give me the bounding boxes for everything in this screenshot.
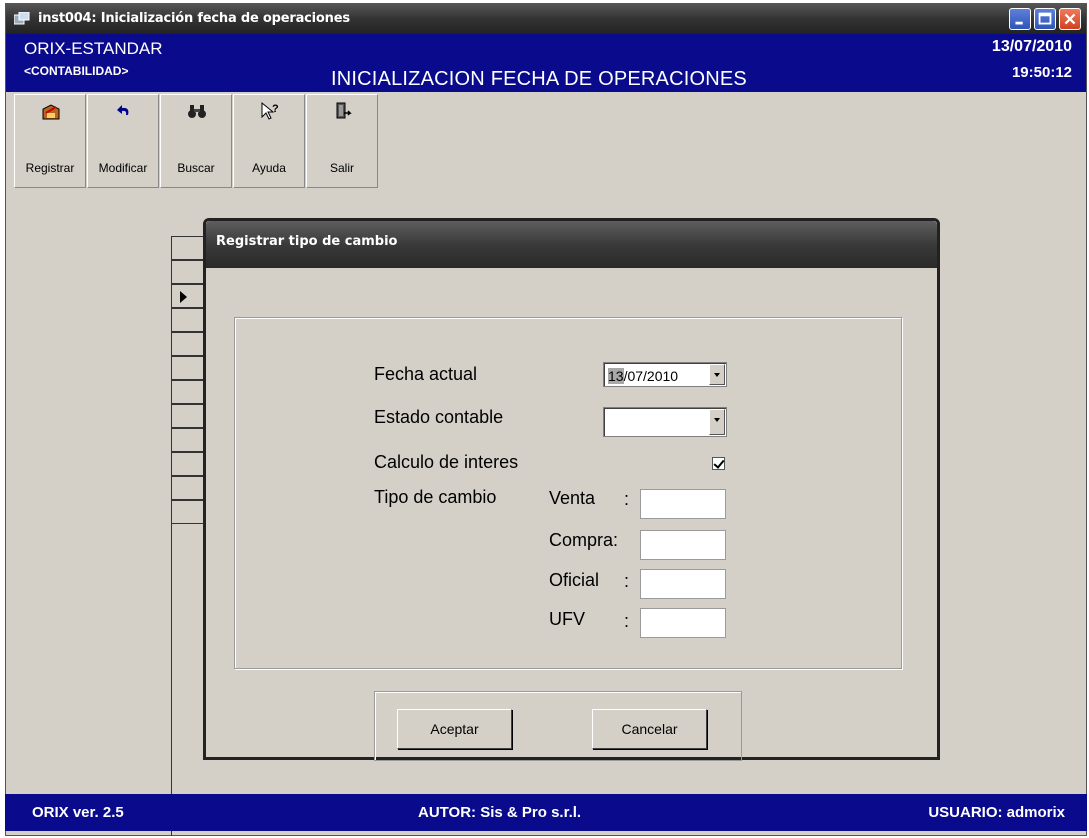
estado-contable-select[interactable] [603,407,727,437]
ayuda-label: Ayuda [252,161,286,175]
ufv-label: UFV [549,609,585,629]
registrar-button[interactable]: Registrar [14,94,86,188]
fecha-actual-value: 13/07/2010 [608,368,678,384]
maximize-icon [1038,12,1052,25]
ufv-input[interactable] [640,608,726,638]
button-frame: Aceptar Cancelar [374,691,742,761]
maximize-button[interactable] [1034,8,1056,30]
toolbar: Registrar Modificar Buscar ? Ayuda Salir [14,94,384,188]
venta-colon: : [624,489,630,509]
close-icon [1064,13,1076,25]
app-header: ORIX-ESTANDAR <CONTABILIDAD> INICIALIZAC… [6,34,1086,92]
venta-label: Venta [549,488,596,508]
undo-icon [117,105,129,115]
chevron-down-icon[interactable] [709,364,725,385]
calculo-interes-checkbox[interactable] [712,457,725,470]
app-icon [14,12,30,25]
header-date: 13/07/2010 [991,38,1072,55]
compra-input[interactable] [640,530,726,560]
calculo-interes-label: Calculo de interes [374,452,519,472]
window-title: inst004: Inicialización fecha de operaci… [38,11,350,26]
minimize-icon [1015,21,1023,25]
title-bar[interactable]: inst004: Inicialización fecha de operaci… [6,4,1086,34]
dialog-title: Registrar tipo de cambio [216,234,398,249]
version-text: ORIX ver. 2.5 [32,804,124,821]
fecha-rest: /07/2010 [623,368,679,384]
ayuda-button[interactable]: ? Ayuda [233,94,305,188]
fecha-day-selected: 13 [608,368,624,384]
fecha-actual-label: Fecha actual [374,364,478,384]
registrar-label: Registrar [25,161,75,175]
buscar-button[interactable]: Buscar [160,94,232,188]
estado-contable-label: Estado contable [374,407,504,427]
ufv-colon: : [624,611,630,631]
venta-input[interactable] [640,489,726,519]
close-button[interactable] [1059,8,1081,30]
svg-text:?: ? [272,103,279,115]
oficial-label: Oficial [549,570,600,590]
modificar-label: Modificar [98,161,148,175]
cancelar-button[interactable]: Cancelar [592,709,707,749]
salir-button[interactable]: Salir [306,94,378,188]
registrar-tipo-cambio-dialog: Registrar tipo de cambio Fecha actual 13… [203,218,940,761]
chevron-down-icon[interactable] [709,409,725,435]
user-text: USUARIO: admorix [928,804,1065,821]
screen-title: INICIALIZACION FECHA DE OPERACIONES [331,68,747,90]
dialog-title-bar[interactable]: Registrar tipo de cambio [206,221,937,268]
help-pointer-icon: ? [261,101,279,120]
header-time: 19:50:12 [1011,64,1072,81]
oficial-colon: : [624,571,630,591]
module-name: <CONTABILIDAD> [24,64,129,78]
binoculars-icon [188,105,206,118]
register-icon [42,104,60,120]
oficial-input[interactable] [640,569,726,599]
app-name: ORIX-ESTANDAR [24,39,163,58]
modificar-button[interactable]: Modificar [87,94,159,188]
aceptar-button[interactable]: Aceptar [397,709,512,749]
salir-label: Salir [329,161,354,175]
compra-label: Compra: [549,530,619,550]
tipo-cambio-label: Tipo de cambio [374,487,497,507]
row-selector-icon [180,291,187,303]
minimize-button[interactable] [1009,8,1031,30]
status-bar: ORIX ver. 2.5 AUTOR: Sis & Pro s.r.l. US… [5,794,1087,831]
buscar-label: Buscar [177,161,215,175]
fecha-actual-picker[interactable]: 13/07/2010 [603,362,727,387]
author-text: AUTOR: Sis & Pro s.r.l. [418,804,582,821]
exit-door-icon [336,102,352,119]
